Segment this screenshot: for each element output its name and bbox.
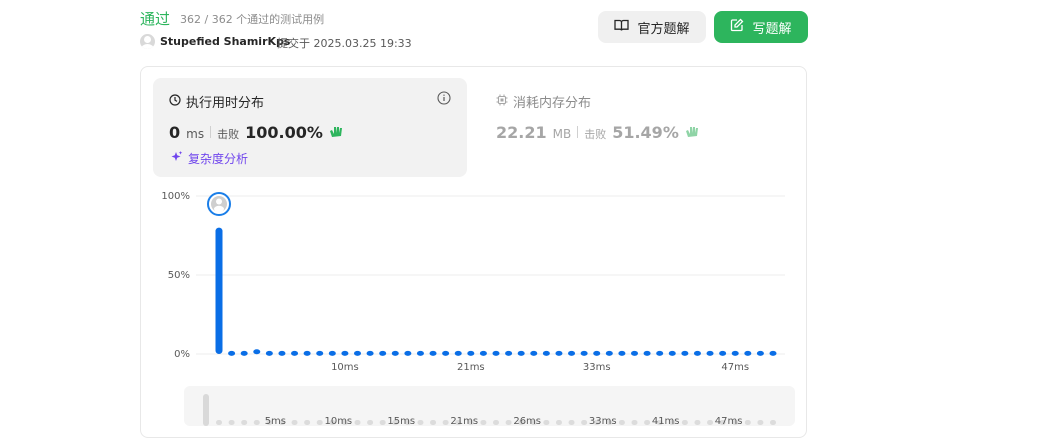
scrubber-bar [291,420,298,425]
scrubber-bar [744,420,751,425]
scrubber-overlay: 5ms 10ms 15ms 21ms 26ms 33ms 41ms 47ms [203,394,776,427]
scrubber-bar [644,420,651,425]
scrubber-tick-label: 41ms [652,416,680,427]
scrubber-bar [505,420,512,425]
scrubber-tick-label: 33ms [589,416,617,427]
scrubber-bar [770,420,776,425]
scrubber-bar [228,420,235,425]
scrubber-tick-label: 47ms [715,416,743,427]
scrubber-handle[interactable] [203,394,209,426]
scrubber-tick-label: 10ms [324,416,352,427]
scrubber-bar [253,420,260,425]
scrubber-bar [379,420,386,425]
scrubber-bar [430,420,437,425]
scrubber-bar [442,420,449,425]
scrubber-bar [316,420,323,425]
scrubber-bar [618,420,625,425]
scrubber-bar [241,420,248,425]
scrubber-bar [631,420,638,425]
scrubber-bar [581,420,588,425]
scrubber-bar [757,420,764,425]
scrubber-tick-label: 15ms [387,416,415,427]
scrubber-bar [216,420,222,425]
scrubber-tick-label: 21ms [450,416,478,427]
scrubber-bar [304,420,311,425]
scrubber-tick-label: 26ms [513,416,541,427]
scrubber-bar [681,420,688,425]
scrubber-bar [568,420,575,425]
scrubber-bar [480,420,487,425]
scrubber-bar [694,420,701,425]
scrubber-bar [707,420,714,425]
scrubber-bar [543,420,550,425]
scrubber-tick-label: 5ms [265,416,286,427]
scrubber-bar [555,420,562,425]
scrubber-bar [493,420,499,425]
scrubber-bar [417,420,424,425]
scrubber-bar [367,420,374,425]
scrubber-bar [354,420,361,425]
